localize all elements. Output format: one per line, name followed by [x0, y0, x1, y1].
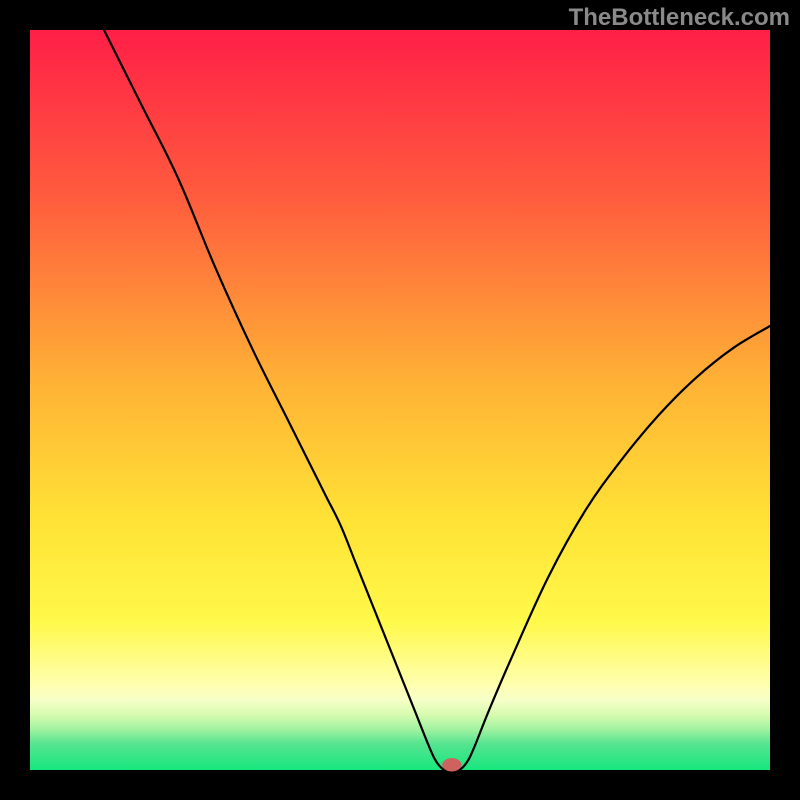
- chart-frame: { "watermark": "TheBottleneck.com", "cha…: [0, 0, 800, 800]
- plot-background: [30, 30, 770, 770]
- optimal-marker: [442, 758, 461, 771]
- watermark-text: TheBottleneck.com: [569, 4, 790, 32]
- bottleneck-chart: [0, 0, 800, 800]
